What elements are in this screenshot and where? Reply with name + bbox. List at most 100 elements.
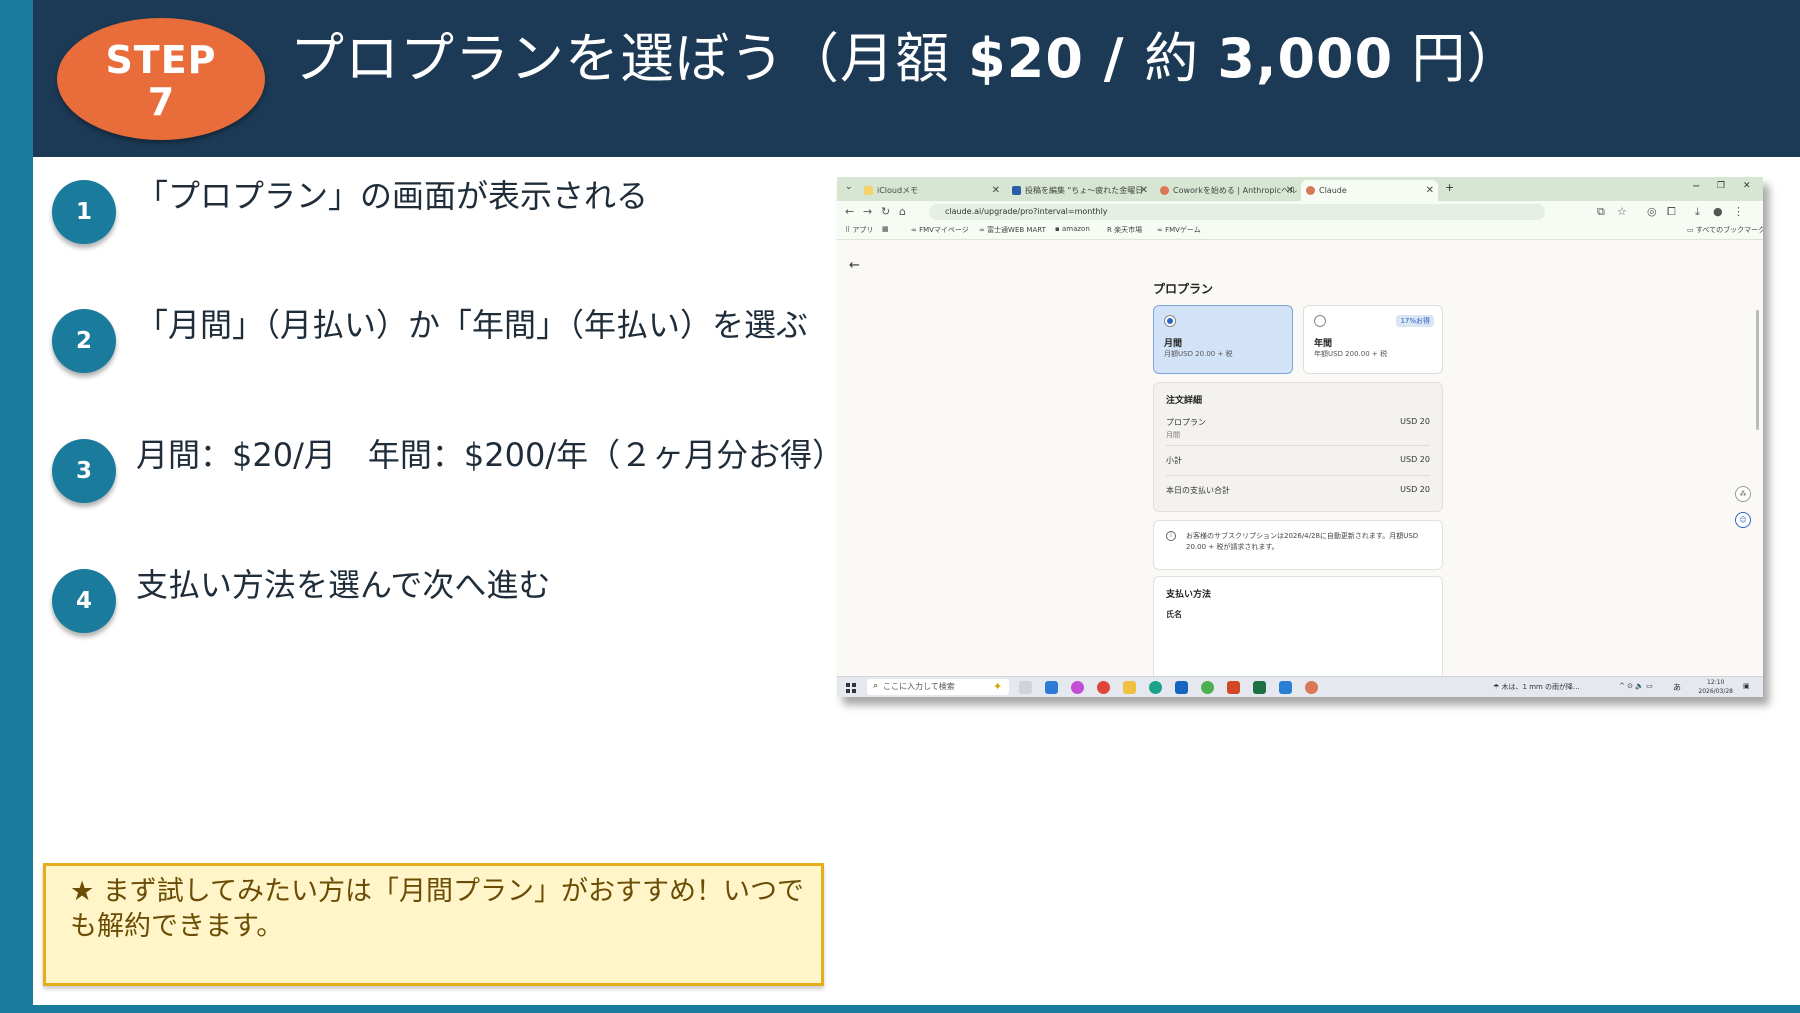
all-bookmarks[interactable]: ▭ すべてのブックマーク bbox=[1687, 225, 1763, 235]
grid-icon[interactable]: ▦ bbox=[882, 225, 889, 233]
bookmark-item[interactable]: ∞ FMVゲーム bbox=[1157, 225, 1201, 235]
title-price-jpy: 3,000 bbox=[1217, 27, 1394, 90]
avatar[interactable]: ● bbox=[1713, 205, 1723, 218]
star-icon[interactable]: ☆ bbox=[1617, 205, 1627, 218]
page-content: ← プロプラン 月間 月額USD 20.00 + 税 17%お得 年間 年額US… bbox=[837, 240, 1763, 688]
browser-tab-active[interactable]: Claude ✕ bbox=[1301, 180, 1438, 201]
edge-icon[interactable] bbox=[1149, 681, 1162, 694]
forward-icon[interactable]: → bbox=[863, 205, 872, 218]
new-tab-button[interactable]: + bbox=[1445, 181, 1454, 194]
close-tab-icon[interactable]: ✕ bbox=[992, 180, 1000, 201]
plan-name: 年間 bbox=[1314, 339, 1333, 349]
step-number: 7 bbox=[147, 80, 175, 124]
clock-time: 12:10 bbox=[1707, 679, 1725, 686]
taskbar-clock[interactable]: 12:10 2026/03/28 bbox=[1698, 678, 1733, 696]
tab-label: iCloudメモ bbox=[877, 186, 919, 195]
close-window-button[interactable]: ✕ bbox=[1743, 181, 1751, 191]
close-tab-icon[interactable]: ✕ bbox=[1286, 180, 1294, 201]
translate-icon[interactable]: ⁂ bbox=[1735, 486, 1751, 502]
browser-screenshot: ⌄ iCloudメモ ✕ 投稿を編集 "ちょ〜疲れた金曜日 ✕ Coworkを始める… bbox=[837, 177, 1763, 697]
address-bar-row: ← → ↻ ⌂ claude.ai/upgrade/pro?interval=m… bbox=[837, 201, 1763, 223]
notification-icon[interactable]: ▣ bbox=[1743, 682, 1750, 690]
tab-label: 投稿を編集 "ちょ〜疲れた金曜日 bbox=[1025, 186, 1144, 195]
tip-box: ★ まず試してみたい方は「月間プラン」がおすすめ！いつでも解約できます。 bbox=[43, 863, 824, 986]
back-icon[interactable]: ← bbox=[845, 205, 854, 218]
outlook-icon[interactable] bbox=[1175, 681, 1188, 694]
plan-name: 月間 bbox=[1164, 339, 1183, 349]
task-view-icon[interactable] bbox=[1019, 681, 1032, 694]
bottom-accent-bar bbox=[0, 1005, 1800, 1013]
clock-date: 2026/03/28 bbox=[1698, 688, 1733, 695]
puzzle-icon[interactable]: ⧠ bbox=[1667, 205, 1676, 219]
step-number-badge: 2 bbox=[52, 309, 116, 373]
menu-icon[interactable]: ⋮ bbox=[1733, 205, 1744, 218]
tab-list-icon[interactable]: ⌄ bbox=[845, 182, 853, 192]
copilot-sparkle-icon[interactable]: ✦ bbox=[993, 680, 1002, 693]
chrome-icon[interactable] bbox=[1097, 681, 1110, 694]
step-text: 「プロプラン」の画面が表示される bbox=[136, 177, 649, 215]
bookmark-item[interactable]: ∞ 富士通WEB MART bbox=[979, 225, 1046, 235]
download-icon[interactable]: ⤓ bbox=[1695, 205, 1700, 219]
excel-icon[interactable] bbox=[1253, 681, 1266, 694]
tray-icons[interactable]: ^ ⊙ 🔈 ▭ bbox=[1619, 682, 1653, 690]
reload-icon[interactable]: ↻ bbox=[881, 205, 890, 218]
copilot-icon[interactable] bbox=[1071, 681, 1084, 694]
powerpoint-icon[interactable] bbox=[1227, 681, 1240, 694]
notice-text: お客様のサブスクリプションは2026/4/28に自動更新されます。月額USD 2… bbox=[1186, 532, 1419, 551]
weather-widget[interactable]: ☂ 木は、1 mm の雨が降... bbox=[1493, 682, 1580, 692]
scrollbar[interactable] bbox=[1756, 310, 1759, 430]
mail-icon[interactable] bbox=[1045, 681, 1058, 694]
windows-start-icon[interactable] bbox=[846, 683, 856, 693]
plan-card-monthly[interactable]: 月間 月額USD 20.00 + 税 bbox=[1153, 305, 1293, 374]
folder-icon[interactable] bbox=[1123, 681, 1136, 694]
ime-indicator[interactable]: あ bbox=[1673, 682, 1681, 693]
bookmark-item[interactable]: ∞ FMVマイページ bbox=[911, 225, 969, 235]
radio-unselected[interactable] bbox=[1314, 315, 1326, 327]
browser-tab[interactable]: Coworkを始める | Anthropicヘル ✕ bbox=[1155, 180, 1298, 201]
close-tab-icon[interactable]: ✕ bbox=[1140, 180, 1148, 201]
windows-taskbar: ここに入力して検索 ⌕ ✦ ☂ 木は、1 mm の雨が降... ^ ⊙ 🔈 ▭ … bbox=[837, 676, 1763, 697]
divider bbox=[1166, 445, 1430, 446]
tab-label: Coworkを始める | Anthropicヘル bbox=[1173, 186, 1298, 195]
step-number-badge: 1 bbox=[52, 180, 116, 244]
bookmark-item[interactable]: R 楽天市場 bbox=[1107, 225, 1142, 235]
browser-tab[interactable]: iCloudメモ ✕ bbox=[859, 180, 1004, 201]
tip-text: ★ まず試してみたい方は「月間プラン」がおすすめ！いつでも解約できます。 bbox=[70, 876, 804, 942]
app-icon[interactable] bbox=[1279, 681, 1292, 694]
bookmark-item[interactable]: ▪ amazon bbox=[1055, 225, 1090, 233]
divider bbox=[1166, 475, 1430, 476]
restore-button[interactable]: ❐ bbox=[1717, 181, 1725, 191]
taskbar-search[interactable]: ここに入力して検索 bbox=[867, 679, 1009, 695]
savings-badge: 17%お得 bbox=[1396, 315, 1434, 327]
anthropic-icon bbox=[1160, 186, 1169, 195]
radio-selected[interactable] bbox=[1164, 315, 1176, 327]
note-icon bbox=[864, 186, 873, 195]
chrome-profile-icon[interactable] bbox=[1201, 681, 1214, 694]
left-accent-bar bbox=[0, 0, 33, 1013]
extension-icon[interactable]: ◎ bbox=[1647, 205, 1657, 218]
title-suffix: 円） bbox=[1411, 27, 1522, 90]
subtotal-row: 小計 USD 20 bbox=[1166, 455, 1430, 465]
step-badge: STEP 7 bbox=[57, 18, 265, 140]
info-icon: i bbox=[1166, 531, 1176, 541]
claude-app-icon[interactable] bbox=[1305, 681, 1318, 694]
home-icon[interactable]: ⌂ bbox=[899, 205, 906, 218]
payment-method: 支払い方法 氏名 bbox=[1153, 576, 1443, 688]
renewal-notice: i お客様のサブスクリプションは2026/4/28に自動更新されます。月額USD… bbox=[1153, 520, 1443, 570]
url-bar[interactable]: claude.ai/upgrade/pro?interval=monthly bbox=[929, 204, 1545, 220]
step-text: 月間：$20/月 年間：$200/年（２ヶ月分お得） bbox=[136, 436, 845, 474]
step-number-badge: 4 bbox=[52, 569, 116, 633]
browser-tab[interactable]: 投稿を編集 "ちょ〜疲れた金曜日 ✕ bbox=[1007, 180, 1152, 201]
plan-card-yearly[interactable]: 17%お得 年間 年額USD 200.00 + 税 bbox=[1303, 305, 1443, 374]
step-label: STEP bbox=[105, 38, 217, 82]
step-text: 「月間」（月払い）か「年間」（年払い）を選ぶ bbox=[136, 306, 809, 344]
plan-price: 年額USD 200.00 + 税 bbox=[1314, 350, 1387, 358]
plan-heading: プロプラン bbox=[1153, 282, 1214, 296]
cast-icon[interactable]: ⧉ bbox=[1597, 205, 1605, 219]
close-tab-icon[interactable]: ✕ bbox=[1426, 180, 1434, 201]
assistant-icon[interactable]: ☺ bbox=[1735, 512, 1751, 528]
bookmark-apps[interactable]: ⠿ アプリ bbox=[845, 225, 873, 235]
minimize-button[interactable]: − bbox=[1692, 181, 1700, 192]
back-arrow-icon[interactable]: ← bbox=[849, 258, 860, 273]
payment-title: 支払い方法 bbox=[1166, 590, 1212, 600]
